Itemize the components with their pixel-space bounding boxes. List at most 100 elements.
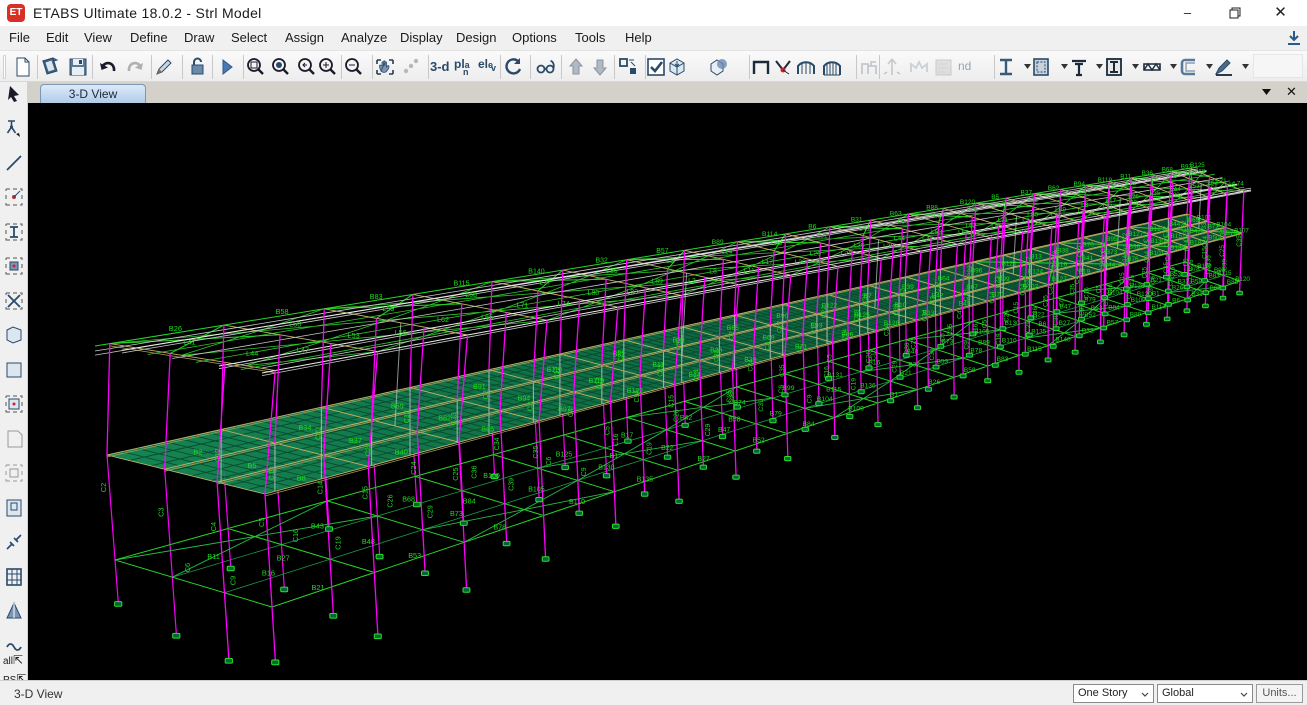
- svg-text:C35: C35: [1070, 283, 1077, 295]
- svg-text:C22: C22: [1077, 245, 1084, 257]
- svg-text:B15: B15: [1171, 233, 1183, 240]
- svg-text:L71: L71: [517, 302, 529, 310]
- svg-text:B57: B57: [656, 248, 668, 255]
- svg-text:C3: C3: [929, 296, 936, 305]
- svg-text:C12: C12: [1143, 231, 1150, 243]
- svg-text:C33: C33: [1201, 222, 1208, 234]
- svg-text:C39: C39: [929, 348, 936, 360]
- svg-text:C3: C3: [1051, 264, 1058, 273]
- svg-text:B53: B53: [937, 358, 949, 365]
- svg-text:L77: L77: [539, 279, 551, 286]
- svg-text:B98: B98: [1129, 243, 1141, 250]
- svg-text:L44: L44: [894, 235, 905, 242]
- svg-text:L71: L71: [1216, 178, 1227, 185]
- svg-text:B120: B120: [1235, 276, 1250, 283]
- svg-text:C23: C23: [658, 364, 665, 377]
- svg-text:B57: B57: [1107, 319, 1119, 326]
- svg-text:C9: C9: [1079, 307, 1086, 316]
- svg-text:B27: B27: [698, 456, 710, 463]
- svg-text:B120: B120: [960, 199, 976, 206]
- svg-text:B70: B70: [1082, 242, 1094, 249]
- svg-text:C15: C15: [360, 486, 369, 499]
- svg-text:L77: L77: [998, 202, 1009, 209]
- svg-text:L80: L80: [1027, 212, 1038, 219]
- svg-text:B58: B58: [728, 417, 740, 424]
- svg-text:L50: L50: [898, 219, 909, 226]
- svg-text:L17: L17: [1105, 198, 1116, 205]
- svg-text:C26: C26: [1003, 310, 1010, 322]
- svg-text:B119: B119: [1098, 177, 1113, 184]
- svg-text:C26: C26: [674, 409, 681, 422]
- svg-text:L20: L20: [1126, 200, 1137, 207]
- svg-text:C3: C3: [157, 507, 166, 516]
- svg-text:C4: C4: [797, 345, 804, 354]
- svg-text:B6: B6: [1172, 297, 1180, 304]
- svg-text:B22: B22: [661, 445, 673, 452]
- svg-text:C5: C5: [981, 319, 988, 328]
- svg-text:C32: C32: [676, 338, 683, 351]
- svg-text:B135: B135: [637, 476, 653, 483]
- svg-text:C32: C32: [997, 267, 1004, 279]
- svg-text:L26: L26: [1128, 194, 1139, 201]
- svg-text:B52: B52: [1084, 312, 1096, 319]
- svg-text:C35: C35: [779, 364, 786, 377]
- svg-text:L8: L8: [709, 268, 717, 275]
- svg-text:B27: B27: [277, 554, 290, 563]
- svg-text:B18: B18: [1190, 239, 1202, 246]
- svg-text:C5: C5: [1095, 285, 1102, 294]
- svg-text:C19: C19: [995, 333, 1002, 345]
- svg-text:B37: B37: [1021, 189, 1033, 196]
- svg-text:L17: L17: [762, 259, 774, 266]
- svg-text:C26: C26: [866, 351, 873, 364]
- svg-text:L62: L62: [437, 315, 449, 324]
- svg-text:B73: B73: [450, 509, 463, 518]
- svg-text:C23: C23: [364, 443, 373, 456]
- svg-text:C33: C33: [1024, 275, 1031, 287]
- svg-text:L47: L47: [922, 236, 933, 243]
- svg-text:B130: B130: [598, 465, 614, 472]
- svg-text:L74: L74: [558, 300, 570, 308]
- svg-text:C24: C24: [694, 369, 701, 382]
- svg-text:B16: B16: [262, 568, 275, 577]
- svg-text:C14: C14: [842, 329, 849, 342]
- svg-text:C25: C25: [1142, 266, 1149, 278]
- svg-text:L2: L2: [1078, 208, 1086, 215]
- svg-text:L35: L35: [853, 243, 864, 250]
- svg-text:C22: C22: [821, 306, 828, 319]
- svg-text:B62: B62: [1048, 185, 1060, 192]
- svg-text:C22: C22: [967, 265, 974, 277]
- svg-text:C25: C25: [910, 337, 917, 350]
- svg-text:L71: L71: [998, 217, 1009, 224]
- svg-text:C36: C36: [904, 342, 911, 354]
- svg-text:C26: C26: [1107, 284, 1114, 296]
- svg-text:C36: C36: [1206, 255, 1213, 267]
- svg-text:C12: C12: [1052, 250, 1059, 262]
- svg-text:C15: C15: [1119, 272, 1126, 284]
- svg-text:B40: B40: [395, 447, 408, 456]
- svg-text:C16: C16: [1084, 287, 1091, 299]
- svg-text:L26: L26: [810, 251, 822, 258]
- svg-text:B68: B68: [763, 335, 775, 342]
- svg-text:C29: C29: [1025, 321, 1032, 333]
- svg-text:B94: B94: [1074, 181, 1086, 188]
- svg-text:C9: C9: [229, 576, 238, 585]
- svg-text:L8: L8: [1081, 202, 1089, 209]
- svg-text:C19: C19: [1187, 273, 1194, 285]
- svg-text:B32: B32: [1082, 328, 1094, 335]
- svg-text:C35: C35: [1236, 235, 1243, 247]
- svg-text:B36: B36: [1142, 170, 1154, 177]
- svg-text:C22: C22: [1162, 226, 1169, 238]
- svg-text:C16: C16: [824, 366, 831, 379]
- svg-text:B107: B107: [1234, 228, 1249, 235]
- svg-text:C6: C6: [940, 333, 947, 342]
- svg-text:B89: B89: [1130, 312, 1142, 319]
- svg-text:L74: L74: [1022, 218, 1033, 225]
- svg-text:L23: L23: [1103, 184, 1114, 191]
- svg-text:B6: B6: [808, 223, 816, 230]
- svg-text:C25: C25: [1042, 295, 1049, 307]
- svg-text:B110: B110: [1002, 338, 1017, 345]
- svg-text:B121: B121: [1002, 261, 1018, 268]
- svg-text:B90: B90: [776, 313, 788, 320]
- svg-text:B127: B127: [1052, 276, 1068, 283]
- svg-text:B140: B140: [1055, 336, 1071, 343]
